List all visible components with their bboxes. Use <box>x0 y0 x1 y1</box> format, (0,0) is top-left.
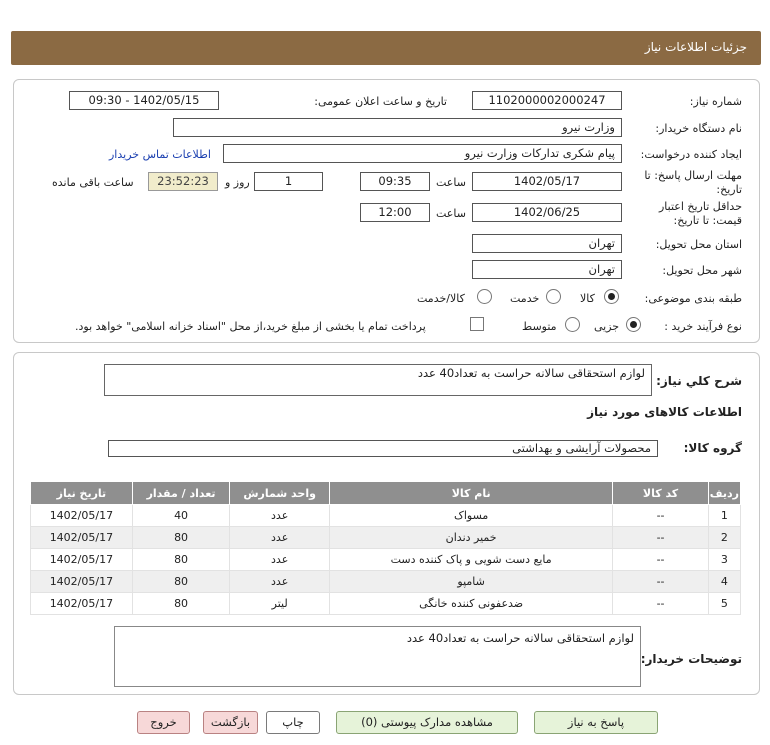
goods-section-title: اطلاعات کالاهای مورد نیاز <box>587 405 742 419</box>
days-label: روز و <box>225 176 250 189</box>
cell-qty: 80 <box>131 570 231 593</box>
cell-code: -- <box>612 592 709 615</box>
cell-date: 1402/05/17 <box>30 570 133 593</box>
table-row: 2 -- خمیر دندان عدد 80 1402/05/17 <box>30 526 742 549</box>
goods-table: ردیف کد کالا نام کالا واحد شمارش تعداد /… <box>30 481 742 615</box>
goods-table-header: ردیف کد کالا نام کالا واحد شمارش تعداد /… <box>30 481 742 505</box>
process-radio-medium[interactable] <box>565 317 580 332</box>
cell-qty: 80 <box>131 526 231 549</box>
creator-field[interactable]: پیام شکری تدارکات وزارت نیرو <box>223 144 622 163</box>
cell-row: 2 <box>707 526 742 549</box>
page-title: جزئیات اطلاعات نیاز <box>644 40 747 54</box>
process-radio-partial[interactable] <box>626 317 641 332</box>
cell-row: 5 <box>707 592 742 615</box>
contact-buyer-link[interactable]: اطلاعات تماس خریدار <box>109 148 211 161</box>
category-option-both: کالا/خدمت <box>417 292 465 305</box>
process-label: نوع فرآیند خرید : <box>664 320 742 333</box>
cell-unit: عدد <box>229 504 330 527</box>
deadline-time-field[interactable]: 09:35 <box>360 172 430 191</box>
city-label: شهر محل تحویل: <box>662 264 742 277</box>
cell-unit: عدد <box>229 570 330 593</box>
announce-label: تاریخ و ساعت اعلان عمومی: <box>314 95 447 108</box>
validity-date-field[interactable]: 1402/06/25 <box>472 203 622 222</box>
print-button[interactable]: چاپ <box>266 711 320 734</box>
category-label: طبقه بندی موضوعی: <box>644 292 742 305</box>
process-option-partial: جزیی <box>594 320 620 333</box>
cell-code: -- <box>612 504 709 527</box>
category-option-goods: کالا <box>580 292 595 305</box>
deadline-time-label: ساعت <box>436 176 466 189</box>
cell-code: -- <box>612 570 709 593</box>
cell-name: ضدعفونی کننده خانگی <box>328 592 614 615</box>
col-code: کد کالا <box>612 481 709 505</box>
table-row: 4 -- شامپو عدد 80 1402/05/17 <box>30 570 742 593</box>
cell-row: 4 <box>707 570 742 593</box>
process-option-medium: متوسط <box>522 320 557 333</box>
cell-unit: عدد <box>229 526 330 549</box>
summary-label: شرح کلي نياز: <box>656 374 742 388</box>
cell-name: خمیر دندان <box>328 526 614 549</box>
summary-field[interactable]: لوازم استحقاقی سالانه حراست به تعداد40 ع… <box>104 364 652 396</box>
cell-qty: 40 <box>131 504 231 527</box>
province-label: استان محل تحویل: <box>655 238 742 251</box>
col-date: تاریخ نیاز <box>30 481 133 505</box>
deadline-label-line2: تاریخ: <box>716 183 742 196</box>
validity-time-field[interactable]: 12:00 <box>360 203 430 222</box>
cell-row: 3 <box>707 548 742 571</box>
cell-date: 1402/05/17 <box>30 592 133 615</box>
exit-button[interactable]: خروج <box>137 711 190 734</box>
reply-button[interactable]: پاسخ به نیاز <box>534 711 658 734</box>
category-option-service: خدمت <box>510 292 540 305</box>
validity-label-line2: قیمت: تا تاریخ: <box>673 214 742 227</box>
col-qty: تعداد / مقدار <box>131 481 231 505</box>
cell-qty: 80 <box>131 548 231 571</box>
table-row: 5 -- ضدعفونی کننده خانگی لیتر 80 1402/05… <box>30 592 742 615</box>
validity-time-label: ساعت <box>436 207 466 220</box>
goods-group-label: گروه کالا: <box>683 441 742 455</box>
treasury-text: پرداخت تمام یا بخشی از مبلغ خرید،از محل … <box>75 320 426 333</box>
treasury-checkbox[interactable] <box>470 317 484 331</box>
cell-code: -- <box>612 548 709 571</box>
col-row: ردیف <box>707 481 742 505</box>
deadline-label-line1: مهلت ارسال پاسخ: تا <box>644 169 742 182</box>
buyer-org-label: نام دستگاه خریدار: <box>655 122 742 135</box>
cell-name: شامپو <box>328 570 614 593</box>
category-radio-service[interactable] <box>546 289 561 304</box>
cell-qty: 80 <box>131 592 231 615</box>
cell-date: 1402/05/17 <box>30 548 133 571</box>
table-row: 3 -- مایع دست شویی و پاک کننده دست عدد 8… <box>30 548 742 571</box>
announce-field[interactable]: 1402/05/15 - 09:30 <box>69 91 219 110</box>
deadline-date-field[interactable]: 1402/05/17 <box>472 172 622 191</box>
cell-date: 1402/05/17 <box>30 526 133 549</box>
cell-name: مایع دست شویی و پاک کننده دست <box>328 548 614 571</box>
page-header: جزئیات اطلاعات نیاز <box>11 31 761 65</box>
table-row: 1 -- مسواک عدد 40 1402/05/17 <box>30 504 742 527</box>
cell-unit: لیتر <box>229 592 330 615</box>
col-name: نام کالا <box>328 481 614 505</box>
attachments-button[interactable]: مشاهده مدارک پیوستی (0) <box>336 711 518 734</box>
back-button[interactable]: بازگشت <box>203 711 258 734</box>
cell-code: -- <box>612 526 709 549</box>
days-remaining-field[interactable]: 1 <box>254 172 323 191</box>
cell-name: مسواک <box>328 504 614 527</box>
goods-group-field[interactable]: محصولات آرایشی و بهداشتی <box>108 440 658 457</box>
need-number-field[interactable]: 1102000002000247 <box>472 91 622 110</box>
category-radio-goods[interactable] <box>604 289 619 304</box>
buyer-org-field[interactable]: وزارت نیرو <box>173 118 622 137</box>
cell-row: 1 <box>707 504 742 527</box>
countdown-timer: 23:52:23 <box>148 172 218 191</box>
cell-date: 1402/05/17 <box>30 504 133 527</box>
city-field[interactable]: تهران <box>472 260 622 279</box>
remaining-label: ساعت باقی مانده <box>52 176 134 189</box>
need-number-label: شماره نیاز: <box>689 95 742 108</box>
creator-label: ایجاد کننده درخواست: <box>640 148 742 161</box>
cell-unit: عدد <box>229 548 330 571</box>
category-radio-both[interactable] <box>477 289 492 304</box>
buyer-notes-label: توضیحات خریدار: <box>640 652 742 666</box>
col-unit: واحد شمارش <box>229 481 330 505</box>
validity-label-line1: حداقل تاریخ اعتبار <box>658 200 742 213</box>
province-field[interactable]: تهران <box>472 234 622 253</box>
buyer-notes-field[interactable]: لوازم استحقاقی سالانه حراست به تعداد40 ع… <box>114 626 641 687</box>
